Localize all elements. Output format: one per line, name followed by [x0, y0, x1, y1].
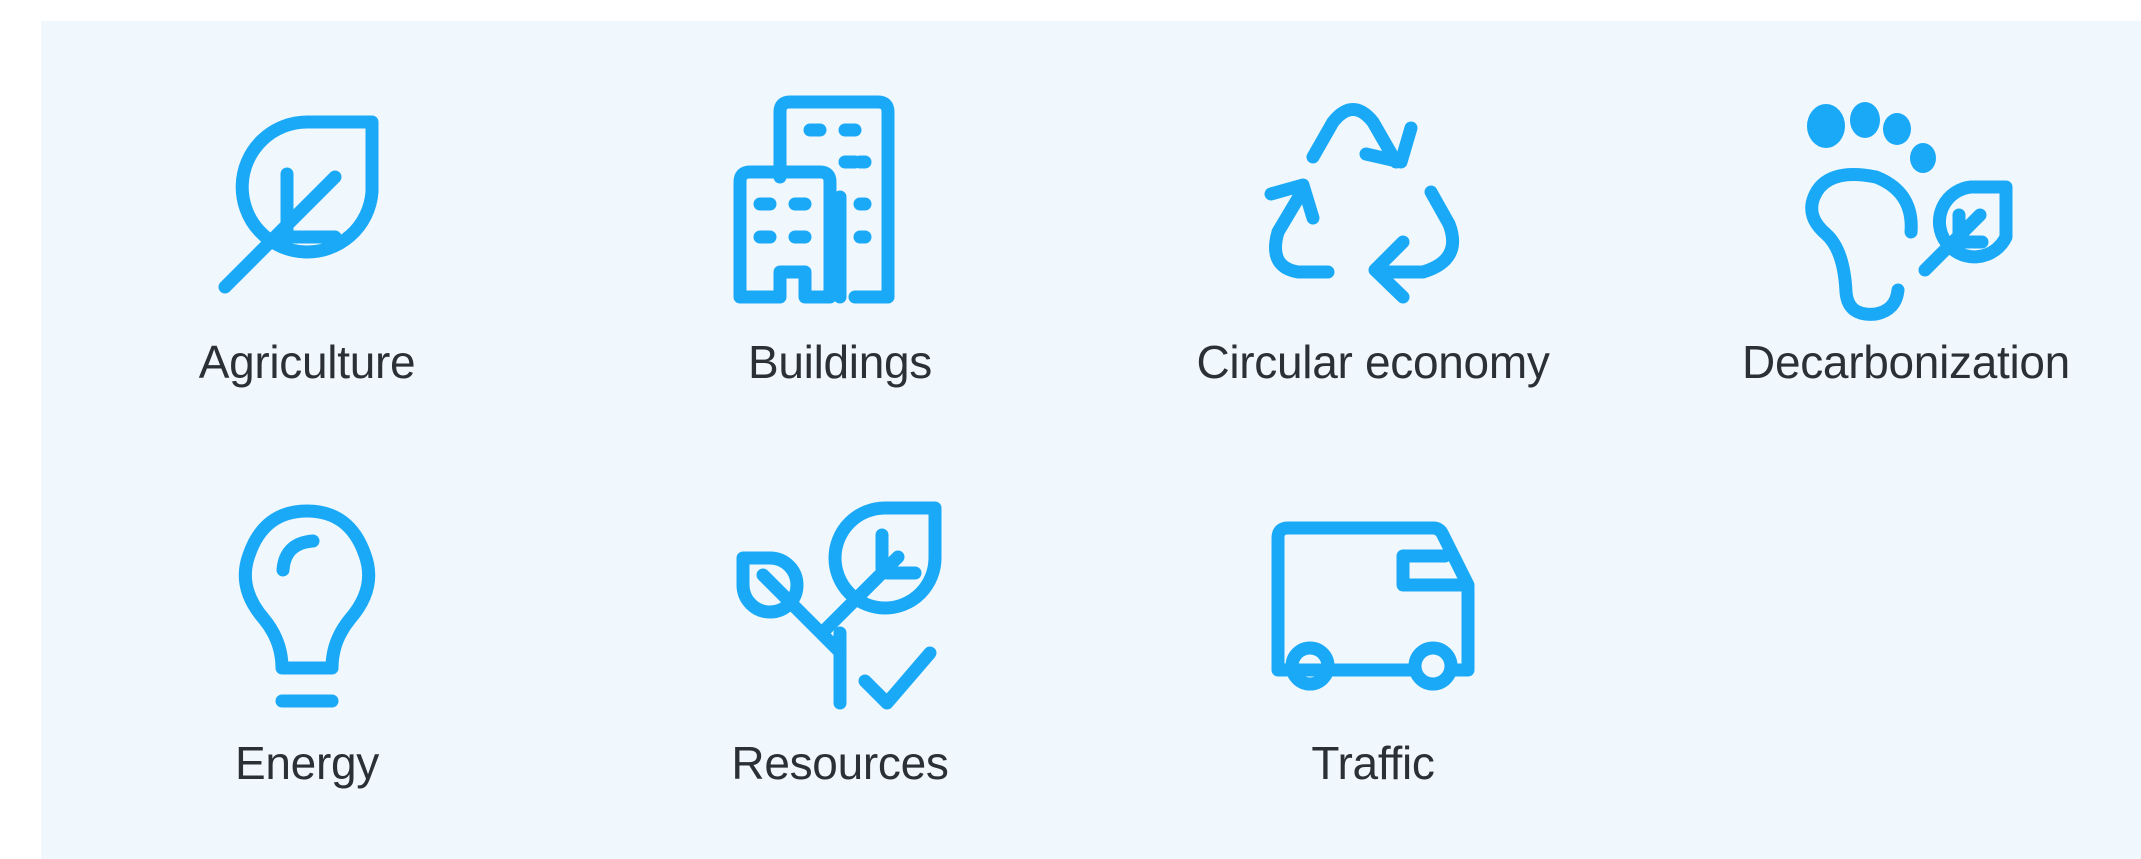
category-decarbonization[interactable]: Decarbonization	[1706, 92, 2106, 452]
footprint-leaf-icon	[1786, 92, 2026, 332]
recycle-icon	[1253, 92, 1493, 332]
category-label: Circular economy	[1196, 336, 1550, 388]
category-label: Traffic	[1311, 737, 1435, 789]
category-resources[interactable]: Resources	[640, 493, 1040, 853]
truck-icon	[1253, 493, 1493, 733]
lightbulb-icon	[187, 493, 427, 733]
category-agriculture[interactable]: Agriculture	[107, 92, 507, 452]
category-label: Buildings	[748, 336, 932, 388]
category-circular-economy[interactable]: Circular economy	[1173, 92, 1573, 452]
category-buildings[interactable]: Buildings	[640, 92, 1040, 452]
category-traffic[interactable]: Traffic	[1173, 493, 1573, 853]
category-label: Resources	[731, 737, 949, 789]
category-label: Decarbonization	[1742, 336, 2070, 388]
buildings-icon	[720, 92, 960, 332]
category-energy[interactable]: Energy	[107, 493, 507, 853]
plant-check-icon	[720, 493, 960, 733]
leaf-icon	[187, 92, 427, 332]
category-label: Agriculture	[198, 336, 416, 388]
category-label: Energy	[235, 737, 379, 789]
